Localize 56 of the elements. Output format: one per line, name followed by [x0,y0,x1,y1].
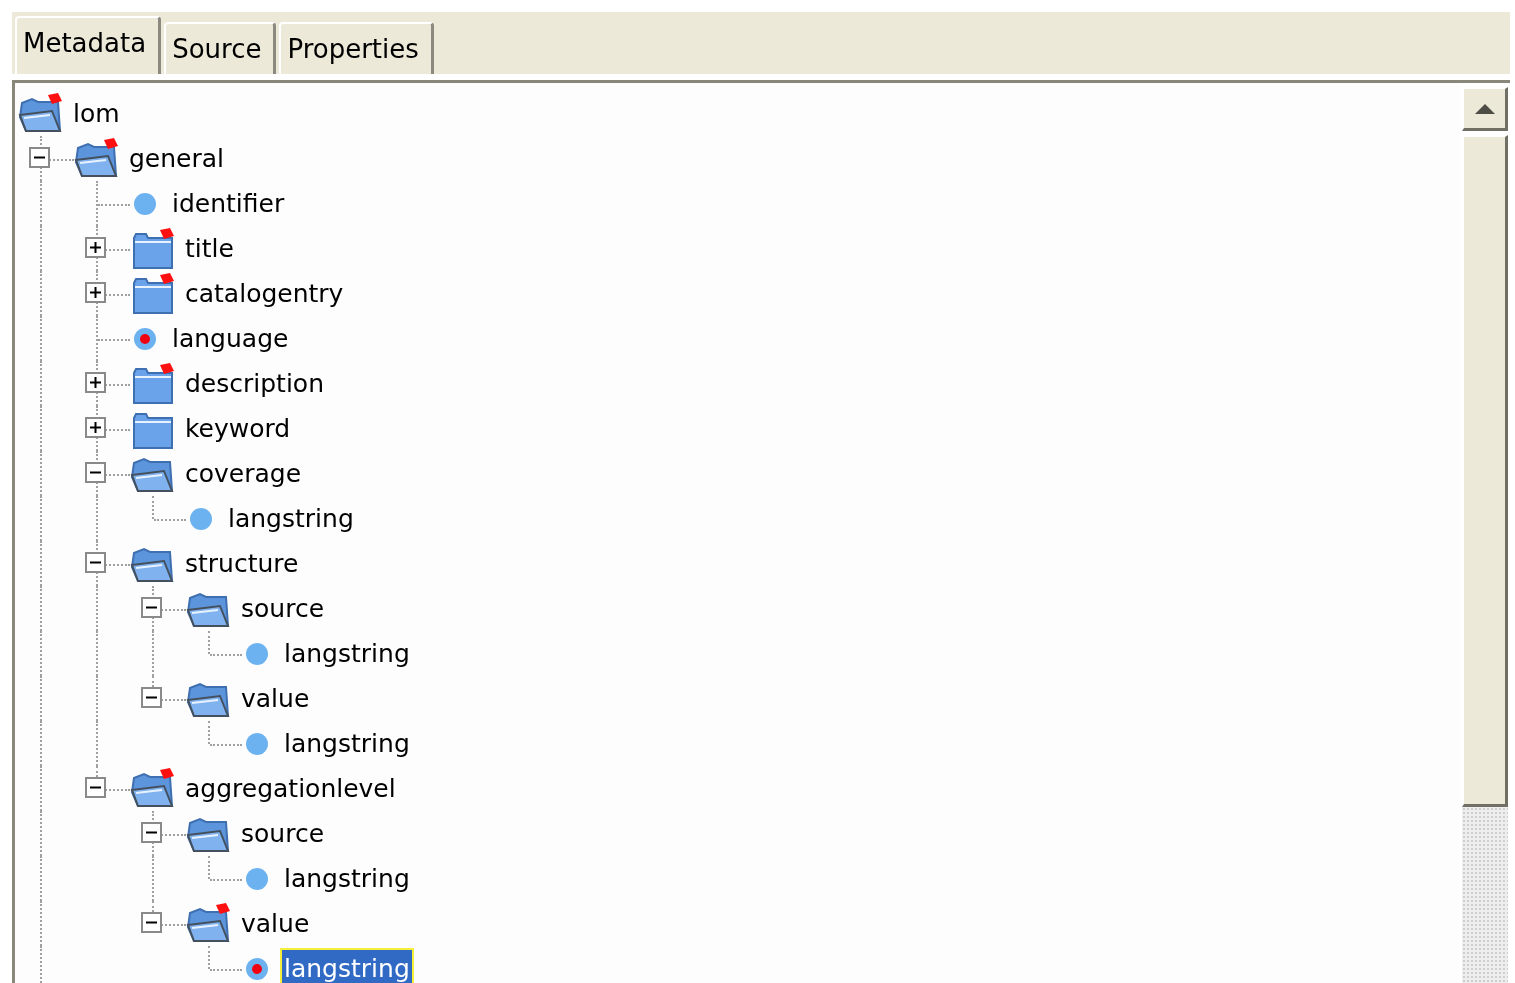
tree-node-label[interactable]: value [239,904,312,943]
collapse-toggle[interactable] [141,912,162,933]
folder-icon [130,362,176,405]
expand-toggle[interactable] [85,282,106,303]
tree-node-label[interactable]: langstring [226,499,356,538]
expand-toggle[interactable] [85,237,106,258]
up-arrow-icon [1474,103,1495,114]
collapse-toggle[interactable] [85,462,106,483]
plus-icon [89,241,102,254]
tree-node-label[interactable]: langstring [282,859,412,898]
collapse-toggle[interactable] [29,147,50,168]
dot-icon [244,640,270,667]
tree-node-label[interactable]: coverage [183,454,304,493]
tree-node-label[interactable]: langstring [282,724,412,763]
plus-icon [89,286,102,299]
tab[interactable]: Metadata [15,16,162,74]
tree-node-label[interactable]: structure [183,544,301,583]
collapse-toggle[interactable] [141,687,162,708]
tree-node-label[interactable]: identifier [170,184,287,223]
open-folder-icon [186,902,232,945]
scrollbar-thumb[interactable] [1462,135,1508,807]
folder-icon [130,272,176,315]
marked-dot-icon [244,955,270,982]
expand-toggle[interactable] [85,417,106,438]
tree-node-label[interactable]: language [170,319,291,358]
dot-icon [188,505,214,532]
dot-icon [244,730,270,757]
tab[interactable]: Properties [279,22,434,74]
open-folder-icon [74,137,120,180]
tree-node-label[interactable]: title [183,229,236,268]
tree-node-label[interactable]: lom [71,94,122,133]
collapse-toggle[interactable] [141,822,162,843]
tree-node-label[interactable]: general [127,139,227,178]
tree-node-label[interactable]: value [239,679,312,718]
tree-node-label[interactable]: langstring [282,634,412,673]
dot-icon [132,190,158,217]
tab[interactable]: Source [164,22,277,74]
plus-icon [89,421,102,434]
tree-node-label[interactable]: aggregationlevel [183,769,398,808]
tree-node-label[interactable]: catalogentry [183,274,346,313]
collapse-toggle[interactable] [85,777,106,798]
open-folder-icon [130,767,176,810]
tree-node-label[interactable]: keyword [183,409,293,448]
dot-icon [244,865,270,892]
open-folder-icon [18,92,64,135]
marked-dot-icon [132,325,158,352]
folder-icon [130,227,176,270]
expand-toggle[interactable] [85,372,106,393]
collapse-toggle[interactable] [141,597,162,618]
scroll-up-button[interactable] [1462,87,1508,131]
collapse-toggle[interactable] [85,552,106,573]
tree-node-label[interactable]: langstring [282,949,412,983]
tree-node-label[interactable]: source [239,589,327,628]
plus-icon [89,376,102,389]
tree-node-label[interactable]: description [183,364,326,403]
tree-node-label[interactable]: source [239,814,327,853]
